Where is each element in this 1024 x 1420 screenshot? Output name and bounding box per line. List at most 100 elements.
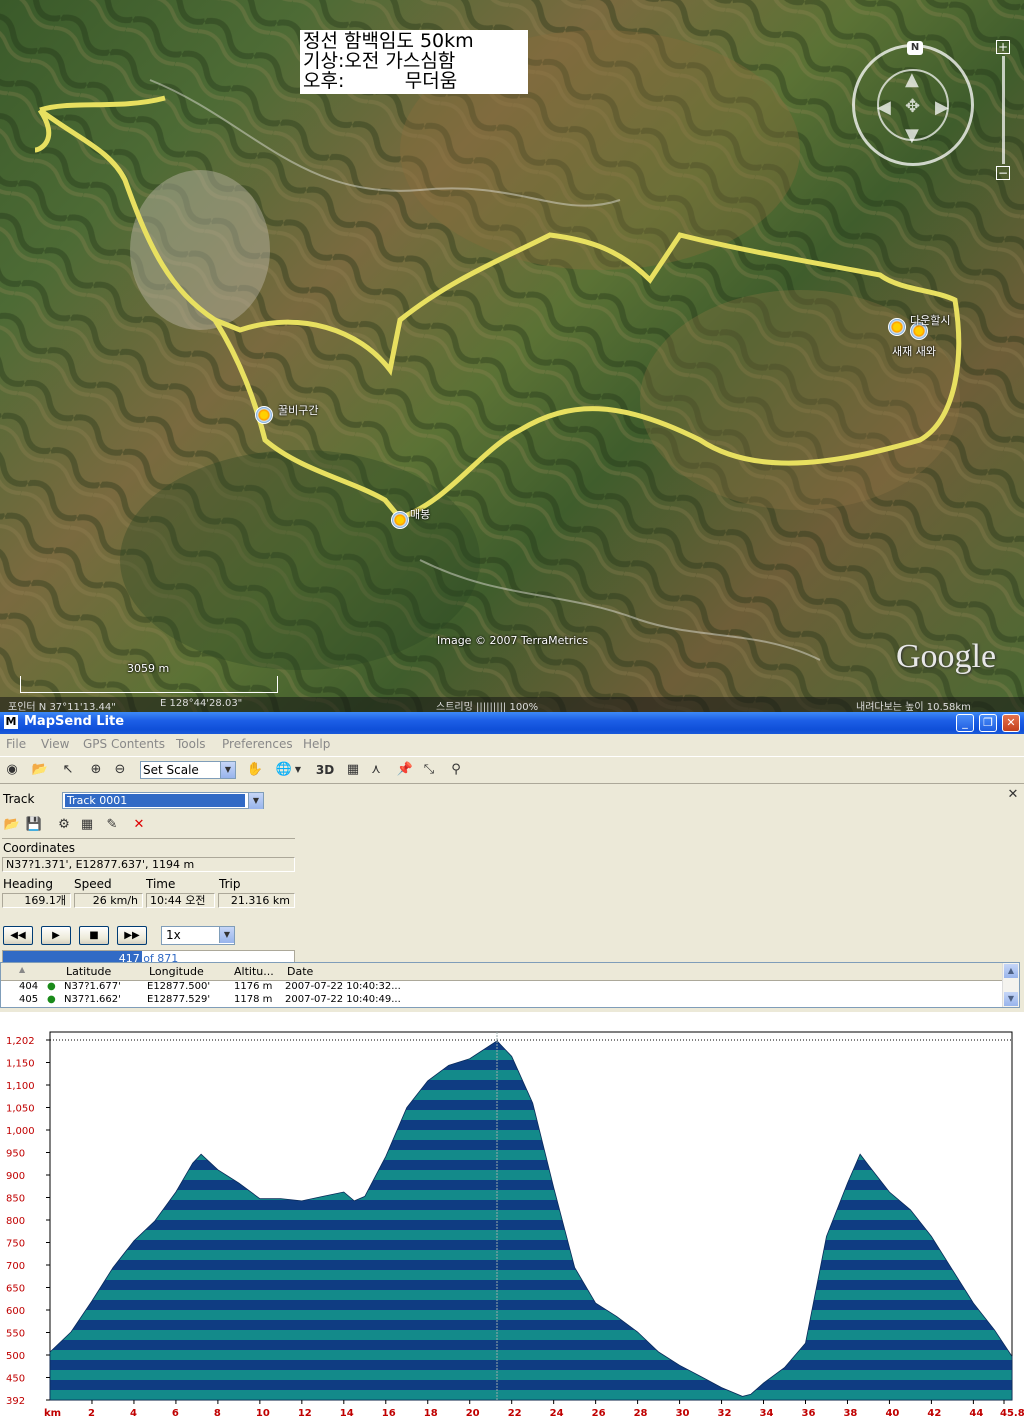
playback-speed-select[interactable]: 1x ▼ (161, 926, 235, 945)
zoom-in-icon[interactable]: ⊕ (87, 761, 105, 779)
sort-up-icon[interactable]: ▲ (19, 965, 25, 974)
col-altitude[interactable]: Altitu... (234, 965, 274, 978)
elevation-band (50, 1230, 1012, 1240)
pin-icon[interactable]: 📌 (396, 761, 414, 779)
col-date[interactable]: Date (287, 965, 313, 978)
3d-button[interactable]: 3D (313, 761, 337, 779)
open-folder-icon[interactable]: 📂 (31, 761, 49, 779)
scroll-down-icon[interactable]: ▼ (1004, 992, 1018, 1006)
time-label: Time (146, 877, 176, 891)
open-track-icon[interactable]: 📂 (3, 816, 21, 834)
elevation-band (50, 1260, 1012, 1270)
elevation-band (50, 1340, 1012, 1350)
trip-field: 21.316 km (218, 893, 295, 908)
minimize-button[interactable]: _ (956, 714, 974, 732)
globe-icon[interactable]: 🌐 (275, 761, 293, 779)
pan-left-icon[interactable]: ◀ (877, 97, 891, 118)
chevron-down-icon[interactable]: ▼ (293, 761, 303, 779)
chevron-down-icon[interactable]: ▼ (248, 793, 263, 809)
coordinates-field: N37?1.371', E12877.637', 1194 m (2, 857, 295, 872)
waypoint-icon[interactable] (255, 406, 273, 424)
pointer-icon[interactable]: ↖ (59, 761, 77, 779)
move-center-icon[interactable]: ✥ (905, 96, 920, 117)
binoculars-icon[interactable]: ⚲ (447, 761, 465, 779)
menu-tools[interactable]: Tools (176, 737, 206, 751)
elevation-band (50, 1350, 1012, 1360)
chevron-down-icon[interactable]: ▼ (220, 762, 235, 778)
playback-speed-value: 1x (166, 928, 181, 942)
track-select[interactable]: Track 0001 ▼ (62, 792, 264, 809)
x-tick-label: 6 (172, 1408, 179, 1419)
save-track-icon[interactable]: 💾 (25, 816, 43, 834)
eye-altitude: 내려다보는 높이 10.58km (856, 702, 971, 712)
elevation-band (50, 1360, 1012, 1370)
waypoint-icon[interactable] (888, 318, 906, 336)
measure-icon[interactable]: ⤡ (420, 761, 438, 779)
elevation-band (50, 1220, 1012, 1230)
gps-icon[interactable]: ◉ (3, 761, 21, 779)
elevation-band (50, 1190, 1012, 1200)
zoom-in-button[interactable]: + (996, 40, 1010, 54)
hand-pan-icon[interactable]: ✋ (246, 761, 264, 779)
y-tick-label: 650 (6, 1284, 25, 1295)
compass-tool-icon[interactable]: ⋏ (367, 761, 385, 779)
edit-track-icon[interactable]: ✎ (103, 816, 121, 834)
menu-preferences[interactable]: Preferences (222, 737, 293, 751)
point-dot-icon: ● (47, 981, 56, 992)
zoom-track[interactable] (1002, 56, 1005, 164)
track-properties-icon[interactable]: ⚙ (55, 816, 73, 834)
zoom-out-icon[interactable]: ⊖ (111, 761, 129, 779)
elevation-profile-chart[interactable]: 1,202 1,150 1,100 1,050 1,000 950 900 850 800 750… (0, 1012, 1024, 1420)
y-tick-label: 500 (6, 1351, 25, 1362)
menu-file[interactable]: File (6, 737, 26, 751)
compass-control[interactable]: N ▲ ▼ ◀ ▶ ✥ (852, 41, 974, 166)
menu-help[interactable]: Help (303, 737, 330, 751)
x-tick-label: 32 (718, 1408, 732, 1419)
menu-view[interactable]: View (41, 737, 69, 751)
pan-up-icon[interactable]: ▲ (905, 69, 919, 90)
title-bar[interactable]: M MapSend Lite _ ❐ ✕ (0, 712, 1024, 734)
track-profile-icon[interactable]: ▦ (78, 816, 96, 834)
elevation-band (50, 1310, 1012, 1320)
x-tick-label: 36 (801, 1408, 815, 1419)
row-altitude: 1176 m (234, 981, 273, 992)
x-tick-label: 2 (88, 1408, 95, 1419)
x-tick-label: 10 (256, 1408, 270, 1419)
zoom-out-button[interactable]: − (996, 166, 1010, 180)
waypoint-icon[interactable] (391, 511, 409, 529)
scale-select[interactable]: Set Scale ▼ (140, 761, 236, 779)
table-row[interactable]: 405 ● N37?1.662' E12877.529' 1178 m 2007… (1, 994, 1003, 1007)
menu-gps-contents[interactable]: GPS Contents (83, 737, 165, 751)
pan-down-icon[interactable]: ▼ (905, 125, 919, 146)
x-tick-label: 12 (298, 1408, 312, 1419)
maximize-button[interactable]: ❐ (979, 714, 997, 732)
y-tick-label: 950 (6, 1149, 25, 1160)
coordinates-label: Coordinates (3, 841, 76, 855)
close-button[interactable]: ✕ (1002, 714, 1020, 732)
elevation-band (50, 1390, 1012, 1400)
y-tick-label: 900 (6, 1171, 25, 1182)
pan-right-icon[interactable]: ▶ (935, 97, 949, 118)
rewind-button[interactable]: ◀◀ (3, 926, 33, 945)
table-scrollbar[interactable]: ▲ ▼ (1002, 963, 1019, 1007)
streaming-status: 스트리밍 ||||||||| 100% (436, 702, 539, 712)
fast-forward-button[interactable]: ▶▶ (117, 926, 147, 945)
delete-track-icon[interactable]: ✕ (130, 816, 148, 834)
window-title: MapSend Lite (24, 714, 125, 729)
zoom-slider[interactable]: + − (996, 40, 1010, 180)
profile-chart-icon[interactable]: ▦ (344, 761, 362, 779)
stop-button[interactable]: ■ (79, 926, 109, 945)
close-panel-icon[interactable]: ✕ (1004, 786, 1022, 804)
scroll-up-icon[interactable]: ▲ (1004, 964, 1018, 978)
play-button[interactable]: ▶ (41, 926, 71, 945)
waypoint-label: 새재 새와 (892, 345, 936, 358)
chevron-down-icon[interactable]: ▼ (219, 927, 234, 943)
elevation-band (50, 1380, 1012, 1390)
track-points-table[interactable]: ▲ Latitude Longitude Altitu... Date 404 … (0, 962, 1020, 1008)
elevation-band (50, 1270, 1012, 1280)
col-latitude[interactable]: Latitude (66, 965, 111, 978)
table-row[interactable]: 404 ● N37?1.677' E12877.500' 1176 m 2007… (1, 981, 1003, 994)
col-longitude[interactable]: Longitude (149, 965, 204, 978)
map-view[interactable]: 정선 함백임도 50km 기상:오전 가스심함 오후: 무더움 꿀비구간 매봉 … (0, 0, 1024, 712)
elevation-band (50, 1180, 1012, 1190)
